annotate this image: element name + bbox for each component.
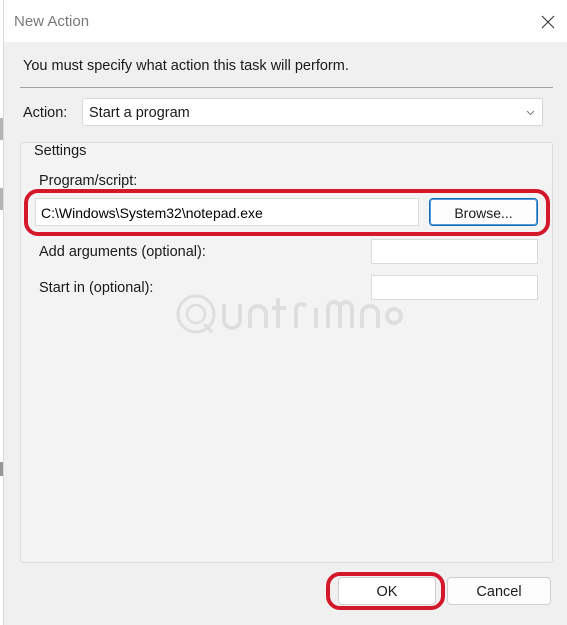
window-title: New Action <box>14 13 90 30</box>
close-button[interactable] <box>534 8 562 36</box>
arguments-label: Add arguments (optional): <box>39 244 206 260</box>
cancel-button[interactable]: Cancel <box>447 577 551 605</box>
screenshot-root: New Action You must specify what action … <box>0 0 567 625</box>
program-script-label: Program/script: <box>39 173 138 189</box>
arguments-input[interactable] <box>371 239 538 264</box>
start-in-input[interactable] <box>371 275 538 300</box>
close-icon <box>541 15 555 29</box>
dialog-body: You must specify what action this task w… <box>4 42 567 625</box>
new-action-dialog: New Action You must specify what action … <box>3 0 567 625</box>
program-script-input[interactable]: C:\Windows\System32\notepad.exe <box>35 198 419 226</box>
settings-title: Settings <box>32 143 89 159</box>
browse-button[interactable]: Browse... <box>429 198 538 226</box>
separator-line <box>20 87 553 88</box>
start-in-label: Start in (optional): <box>39 280 154 296</box>
chevron-down-icon <box>526 110 535 116</box>
ok-button[interactable]: OK <box>338 577 436 605</box>
title-bar[interactable]: New Action <box>4 0 567 42</box>
instruction-text: You must specify what action this task w… <box>23 58 349 74</box>
action-selected-value: Start a program <box>89 105 190 121</box>
action-label: Action: <box>23 105 68 121</box>
action-dropdown[interactable]: Start a program <box>82 98 543 126</box>
settings-group: Settings Program/script: C:\Windows\Syst… <box>20 142 553 563</box>
